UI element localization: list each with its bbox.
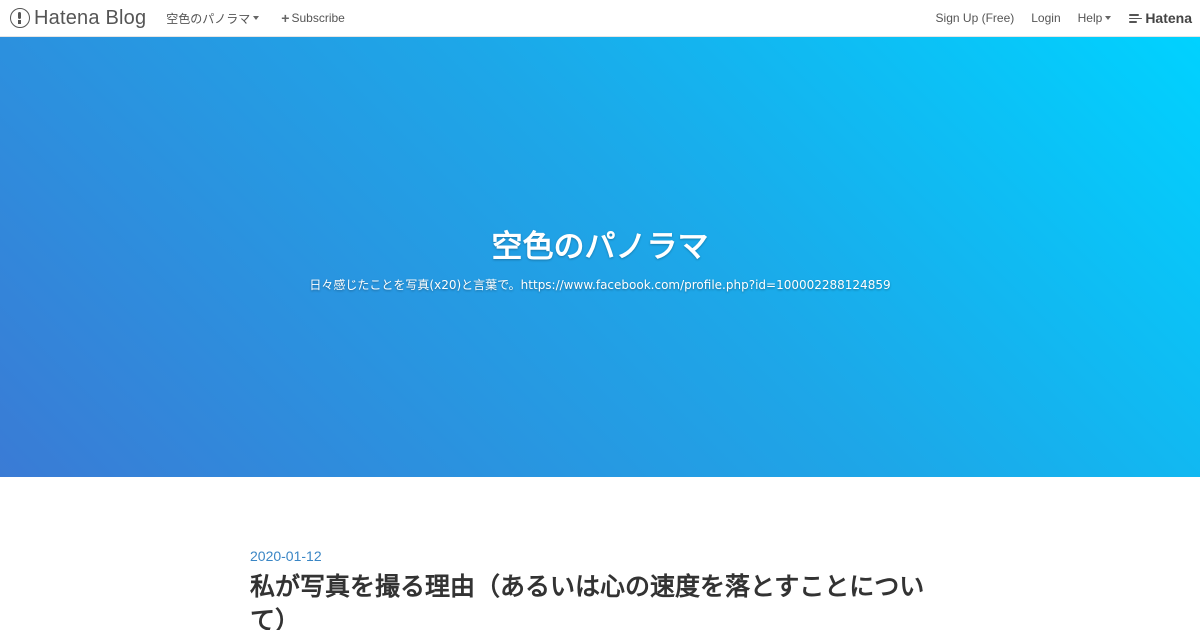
- blog-menu-label: 空色のパノラマ: [166, 11, 251, 26]
- post-title[interactable]: 私が写真を撮る理由（あるいは心の速度を落とすことについて）: [250, 570, 950, 630]
- hatena-lines-icon: [1129, 13, 1143, 23]
- blog-menu-dropdown[interactable]: 空色のパノラマ: [166, 10, 260, 27]
- article-preview: 2020-01-12 私が写真を撮る理由（あるいは心の速度を落とすことについて）: [250, 540, 950, 630]
- blog-description: 日々感じたことを写真(x20)と言葉で。https://www.facebook…: [309, 276, 890, 293]
- global-header: Hatena Blog 空色のパノラマ + Subscribe Sign Up …: [0, 0, 1200, 37]
- caret-down-icon: [253, 16, 260, 20]
- post-date[interactable]: 2020-01-12: [250, 548, 950, 564]
- blog-header-hero: 空色のパノラマ 日々感じたことを写真(x20)と言葉で。https://www.…: [0, 37, 1200, 477]
- subscribe-label: Subscribe: [291, 11, 345, 25]
- hatena-logo[interactable]: Hatena: [1129, 10, 1192, 26]
- login-link[interactable]: Login: [1031, 11, 1060, 25]
- help-label: Help: [1077, 11, 1103, 25]
- facebook-profile-link[interactable]: https://www.facebook.com/profile.php?id=…: [521, 278, 891, 292]
- hatena-blog-logo[interactable]: Hatena Blog: [10, 7, 146, 30]
- blog-description-text: 日々感じたことを写真(x20)と言葉で。: [309, 278, 521, 292]
- signup-link[interactable]: Sign Up (Free): [936, 11, 1015, 25]
- plus-icon: +: [281, 10, 290, 26]
- brand-text: Hatena Blog: [34, 6, 147, 29]
- hatena-blog-logo-icon: [10, 8, 30, 28]
- caret-down-icon: [1105, 16, 1112, 20]
- header-right-nav: Sign Up (Free) Login Help Hatena: [919, 10, 1200, 26]
- blog-title[interactable]: 空色のパノラマ: [492, 221, 709, 266]
- hatena-logo-text: Hatena: [1145, 10, 1192, 26]
- help-dropdown[interactable]: Help: [1078, 11, 1112, 25]
- subscribe-button[interactable]: + Subscribe: [281, 11, 345, 25]
